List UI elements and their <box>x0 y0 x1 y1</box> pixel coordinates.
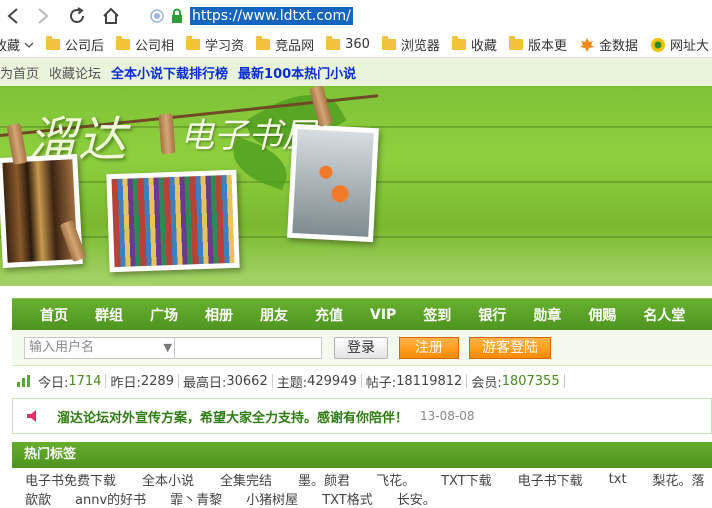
announcement-bar: 溜达论坛对外宣传方案，希望大家全力支持。感谢有你陪伴！ 13-08-08 <box>12 398 712 434</box>
tag-link[interactable]: txt <box>609 472 627 487</box>
speaker-icon <box>27 410 36 422</box>
site-info-icon[interactable] <box>150 9 164 23</box>
bookmark-folder[interactable]: 公司相 <box>116 35 174 54</box>
tag-link[interactable]: 电子书免费下载 <box>25 470 116 489</box>
login-button[interactable]: 登录 <box>334 337 388 359</box>
bookmark-folder[interactable]: 公司后 <box>46 35 104 54</box>
nav-groups[interactable]: 群组 <box>95 305 123 325</box>
tag-link[interactable]: 长安。 <box>397 489 436 508</box>
folder-icon <box>326 36 341 50</box>
nav-rewards[interactable]: 佣赐 <box>588 305 616 325</box>
bookmark-link[interactable]: 金数据 <box>579 35 638 54</box>
folder-icon <box>256 36 271 50</box>
nav-friends[interactable]: 朋友 <box>260 305 288 325</box>
folder-icon <box>46 36 61 50</box>
browser-toolbar: https://www.ldtxt.com/ <box>0 0 712 32</box>
tag-link[interactable]: 全集完结 <box>220 470 272 489</box>
announcement-date: 13-08-08 <box>420 409 475 423</box>
nav-album[interactable]: 相册 <box>205 305 233 325</box>
lock-icon <box>172 8 182 23</box>
tag-link[interactable]: 全本小说 <box>142 470 194 489</box>
bookmark-folder[interactable]: 学习资 <box>186 35 244 54</box>
ranking-link[interactable]: 全本小说下载排行榜 <box>111 63 228 82</box>
bookmark-folder[interactable]: 竞品网 <box>256 35 314 54</box>
max-day-count: 30662 <box>226 373 268 389</box>
address-bar[interactable]: https://www.ldtxt.com/ <box>150 4 712 28</box>
chevron-down-icon <box>24 42 34 48</box>
hot-tags-header: 热门标签 <box>12 442 712 468</box>
tag-link[interactable]: 墨。颜君 <box>298 470 350 489</box>
forward-icon[interactable] <box>30 3 56 29</box>
bookmark-folder[interactable]: 浏览器 <box>381 35 440 54</box>
hot-novels-link[interactable]: 最新100本热门小说 <box>238 63 356 82</box>
bookmarks-bar: 收藏 公司后 公司相 学习资 竞品网 360 浏览器 收藏 版本更 金数据 网址… <box>0 32 712 58</box>
site-top-links: 为首页 收藏论坛 全本小说下载排行榜 最新100本热门小说 <box>0 58 712 86</box>
home-icon[interactable] <box>98 3 124 29</box>
reload-icon[interactable] <box>64 3 90 29</box>
yesterday-count: 2289 <box>140 373 174 389</box>
nav-recharge[interactable]: 充值 <box>315 305 343 325</box>
folder-icon <box>451 36 466 50</box>
tag-link[interactable]: TXT下载 <box>441 470 492 489</box>
banner-photo-bookshelf <box>106 169 240 273</box>
bookmark-folder[interactable]: 收藏 <box>451 35 497 54</box>
tag-link[interactable]: annv的好书 <box>75 489 146 508</box>
back-icon[interactable] <box>0 3 26 29</box>
tag-link[interactable]: TXT格式 <box>322 489 373 508</box>
posts-count: 18119812 <box>396 373 463 389</box>
tag-row: 歆歆 annv的好书 霏丶青黎 小猪树屋 TXT格式 长安。 <box>12 489 712 508</box>
today-count: 1714 <box>68 373 102 389</box>
announcement-link[interactable]: 溜达论坛对外宣传方案，希望大家全力支持。感谢有你陪伴！ <box>57 407 408 426</box>
tag-link[interactable]: 歆歆 <box>25 489 51 508</box>
maple-leaf-icon <box>579 37 594 52</box>
folder-icon <box>381 36 396 50</box>
nav-bank[interactable]: 银行 <box>478 305 506 325</box>
username-select[interactable]: 输入用户名 ▼ <box>24 337 178 359</box>
bookmark-folder[interactable]: 收藏 <box>0 35 34 54</box>
guest-login-button[interactable]: 游客登陆 <box>469 337 551 359</box>
login-bar: 输入用户名 ▼ 登录 注册 游客登陆 <box>12 330 712 366</box>
url-text[interactable]: https://www.ldtxt.com/ <box>190 7 353 25</box>
nav-plaza[interactable]: 广场 <box>150 305 178 325</box>
site-banner: 溜达 电子书屋 <box>0 86 712 286</box>
tag-link[interactable]: 霏丶青黎 <box>170 489 222 508</box>
bookmark-folder[interactable]: 版本更 <box>508 35 567 54</box>
site-navigation: 首页 群组 广场 相册 朋友 充值 VIP 签到 银行 勋章 佣赐 名人堂 游 <box>12 298 712 330</box>
bookmark-link[interactable]: 网址大 <box>650 35 709 54</box>
bar-chart-icon <box>17 375 30 387</box>
hot-tags-list: 电子书免费下载 全本小说 全集完结 墨。颜君 飞花。 TXT下载 电子书下载 t… <box>12 470 712 508</box>
members-count[interactable]: 1807355 <box>502 374 560 389</box>
folder-icon <box>116 36 131 50</box>
tag-row: 电子书免费下载 全本小说 全集完结 墨。颜君 飞花。 TXT下载 电子书下载 t… <box>12 470 712 489</box>
tag-link[interactable]: 飞花。 <box>376 470 415 489</box>
nav-medals[interactable]: 勋章 <box>533 305 561 325</box>
nav-checkin[interactable]: 签到 <box>423 305 451 325</box>
chevron-down-icon: ▼ <box>163 341 172 354</box>
nav-vip[interactable]: VIP <box>370 307 396 323</box>
folder-icon <box>508 36 523 50</box>
bookmark-folder[interactable]: 360 <box>326 36 370 52</box>
nav-hall-of-fame[interactable]: 名人堂 <box>643 305 685 325</box>
register-button[interactable]: 注册 <box>399 337 459 359</box>
nav-home[interactable]: 首页 <box>40 305 68 325</box>
globe-icon <box>650 37 665 52</box>
clothespin-decoration <box>158 113 176 155</box>
tag-link[interactable]: 电子书下载 <box>518 470 583 489</box>
favorite-forum-link[interactable]: 收藏论坛 <box>49 63 101 82</box>
folder-icon <box>186 36 201 50</box>
tag-link[interactable]: 梨花。落 <box>653 470 705 489</box>
set-homepage-link[interactable]: 为首页 <box>0 63 39 82</box>
banner-photo-clownfish <box>287 123 379 243</box>
topics-count: 429949 <box>307 373 357 389</box>
password-input[interactable] <box>174 337 322 359</box>
forum-stats: 今日: 1714 昨日: 2289 最高日: 30662 主题: 429949 帖子: 1… <box>16 370 712 392</box>
tag-link[interactable]: 小猪树屋 <box>246 489 298 508</box>
